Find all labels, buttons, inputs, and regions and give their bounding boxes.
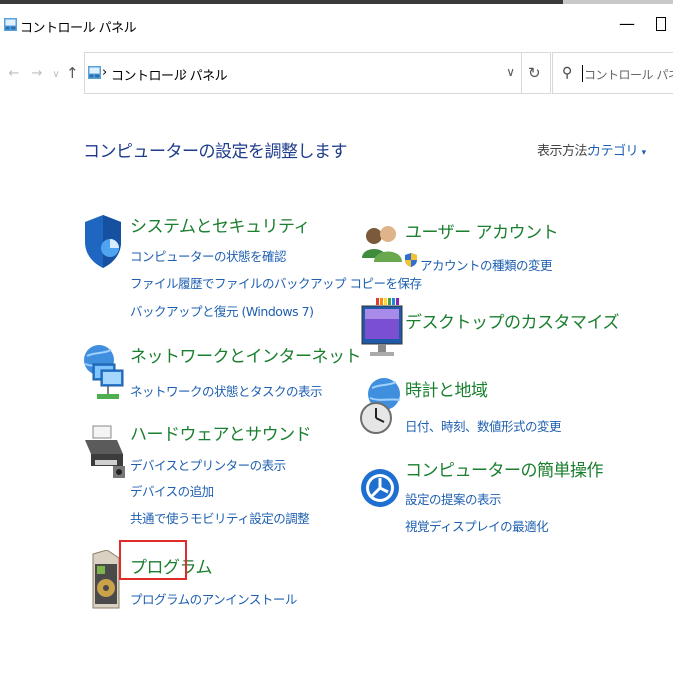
address-dropdown-icon[interactable]: ∨ [506,65,515,79]
link-change-date-time-format[interactable]: 日付、時刻、数値形式の変更 [405,416,562,435]
minimize-button[interactable]: — [619,14,635,33]
link-uninstall-program[interactable]: プログラムのアンインストール [130,589,297,608]
link-check-status[interactable]: コンピューターの状態を確認 [130,246,287,265]
ease-of-access-icon [361,469,399,507]
breadcrumb-separator-icon[interactable]: › [182,65,187,80]
address-row: ← → ∨ ↑ › コントロール パネル › ∨ ↻ ⚲ コントロール パネルの… [0,44,673,104]
link-backup-restore[interactable]: バックアップと復元 (Windows 7) [130,301,314,320]
address-bar[interactable]: › コントロール パネル › ∨ [84,52,522,94]
up-arrow-icon[interactable]: ↑ [66,64,79,82]
view-by-dropdown[interactable]: カテゴリ ▾ [588,140,646,159]
category-title[interactable]: ハードウェアとサウンド [130,420,312,445]
search-placeholder[interactable]: コントロール パネルの検索 [584,66,673,83]
dropdown-arrow-icon: ▾ [641,148,647,158]
link-settings-suggestions[interactable]: 設定の提案の表示 [405,489,502,508]
search-icon: ⚲ [562,65,573,81]
clock-globe-icon [360,378,401,434]
category-title[interactable]: 時計と地域 [405,376,488,401]
link-network-status[interactable]: ネットワークの状態とタスクの表示 [130,381,323,400]
control-panel-icon [4,18,17,31]
category-title[interactable]: システムとセキュリティ [130,212,310,237]
maximize-button[interactable] [656,17,666,31]
forward-arrow-icon[interactable]: → [30,66,44,81]
breadcrumb-separator-icon[interactable]: › [102,65,107,80]
monitor-icon [361,298,403,356]
link-optimize-display[interactable]: 視覚ディスプレイの最適化 [405,516,549,535]
category-title[interactable]: ネットワークとインターネット [130,342,362,367]
view-by-value: カテゴリ [588,144,639,159]
users-icon [362,226,402,262]
refresh-button[interactable]: ↻ [521,52,551,94]
text-caret [582,65,583,82]
recent-chevron-icon[interactable]: ∨ [49,69,63,80]
link-change-account-type[interactable]: アカウントの種類の変更 [420,255,553,274]
link-mobility-settings[interactable]: 共通で使うモビリティ設定の調整 [130,508,310,527]
shield-icon [85,215,121,268]
refresh-icon: ↻ [528,64,541,82]
category-title[interactable]: コンピューターの簡単操作 [405,456,604,481]
printer-icon [85,425,125,478]
title-bar: コントロール パネル — [0,4,673,44]
window-title: コントロール パネル [20,21,137,36]
breadcrumb-control-panel[interactable]: コントロール パネル [111,65,228,84]
highlight-box [119,540,187,580]
category-title[interactable]: ユーザー アカウント [405,218,559,243]
view-by-label: 表示方法: [537,144,591,159]
control-panel-icon [88,66,101,79]
network-icon [84,345,124,399]
back-arrow-icon[interactable]: ← [7,66,21,81]
uac-shield-icon [405,253,417,267]
search-box[interactable]: ⚲ コントロール パネルの検索 [552,52,673,94]
link-add-device[interactable]: デバイスの追加 [130,481,214,500]
category-title[interactable]: デスクトップのカスタマイズ [405,308,620,333]
link-devices-printers[interactable]: デバイスとプリンターの表示 [130,455,286,474]
page-heading: コンピューターの設定を調整します [83,142,348,162]
